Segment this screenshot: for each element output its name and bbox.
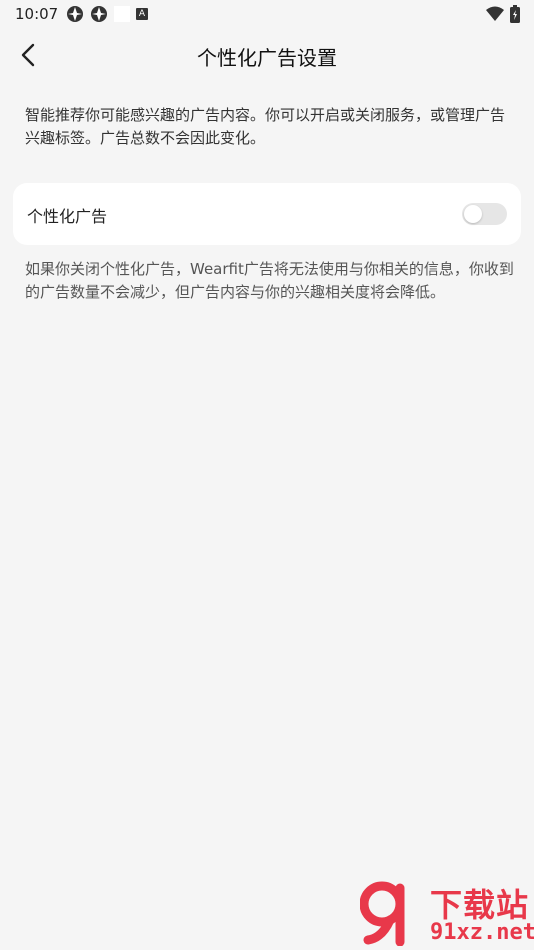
app-notification-icon [90,5,108,23]
site-watermark: 下载站 91xz.net [360,880,534,948]
status-notification-icons: A [66,5,148,23]
ads-note: 如果你关闭个性化广告，Wearfit广告将无法使用与你相关的信息，你收到的广告数… [25,260,514,301]
toggle-knob [464,205,482,223]
status-system-icons [486,5,520,27]
watermark-url: 91xz.net [430,920,534,945]
personalized-ads-label: 个性化广告 [27,207,108,226]
wifi-icon [486,6,504,26]
watermark-logo-icon [360,881,405,946]
status-bar: 10:07 A [0,0,534,28]
page-title: 个性化广告设置 [197,46,337,70]
app-notification-icon [66,5,84,23]
personalized-ads-toggle[interactable] [462,203,507,225]
toolbar: 个性化广告设置 [0,28,534,82]
battery-icon [510,5,520,27]
intro-description: 智能推荐你可能感兴趣的广告内容。你可以开启或关闭服务，或管理广告兴趣标签。广告总… [25,106,506,147]
status-time: 10:07 [15,5,59,23]
blank-notification-icon [114,6,130,22]
keyboard-a-icon: A [136,8,148,20]
personalized-ads-card: 个性化广告 [13,183,521,245]
